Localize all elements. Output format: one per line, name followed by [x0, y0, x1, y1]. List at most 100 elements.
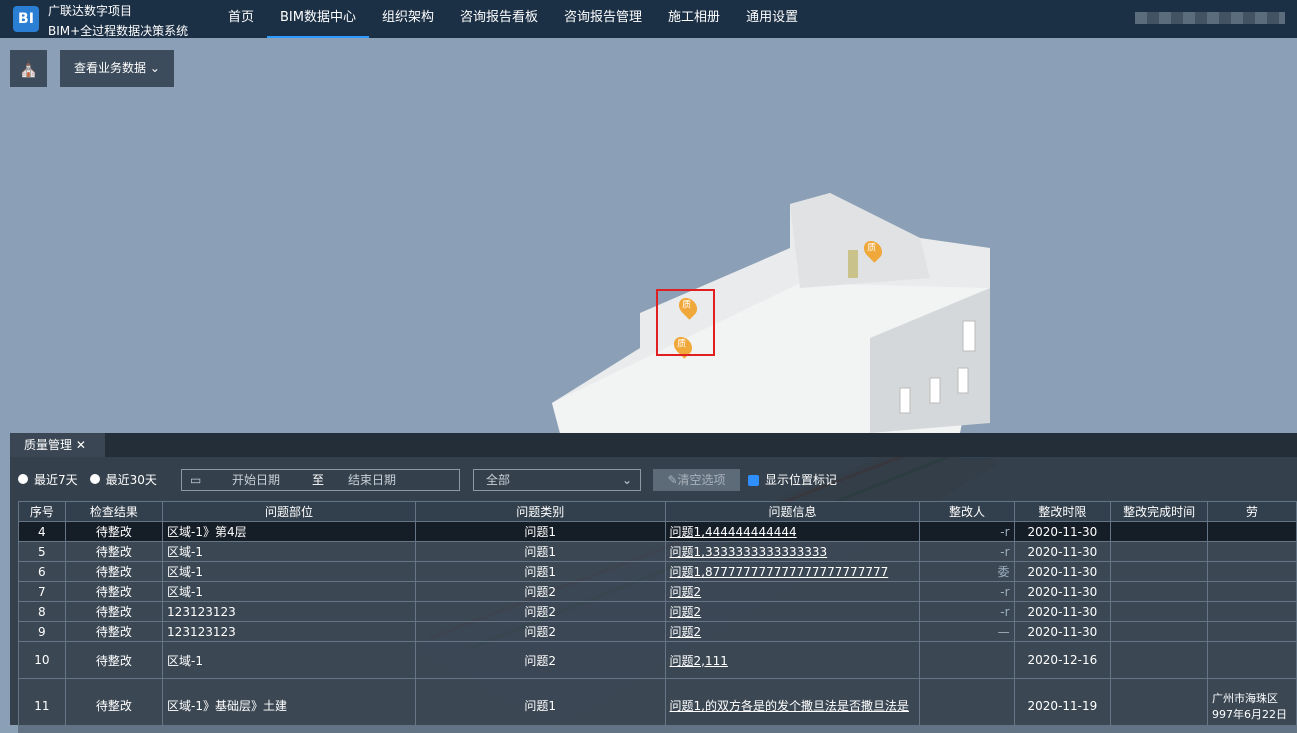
cell-result: 待整改	[64, 641, 164, 679]
nav-home[interactable]: 首页	[215, 0, 267, 38]
col-seq: 序号	[18, 501, 66, 522]
sitemap-icon[interactable]: ⛪	[10, 50, 47, 87]
category-select[interactable]: 全部 ⌄	[473, 469, 641, 491]
date-range-picker[interactable]: ▭ 开始日期 至 结束日期	[181, 469, 460, 491]
cell-info-link[interactable]: 问题2,111	[664, 641, 921, 679]
cell-seq: 7	[18, 581, 66, 602]
cell-completed	[1110, 641, 1208, 679]
nav-organization[interactable]: 组织架构	[369, 0, 447, 38]
clear-options-button[interactable]: ✎清空选项	[653, 469, 740, 491]
cell-assignee: -r	[919, 581, 1015, 602]
cell-seq: 8	[18, 601, 66, 622]
cell-extra: 广州市海珠区 997年6月22日	[1206, 678, 1297, 733]
cell-deadline: 2020-11-30	[1013, 601, 1112, 622]
recent7-label: 最近7天	[34, 472, 78, 487]
cell-info-link[interactable]: 问题1,877777777777777777777777	[664, 561, 921, 582]
nav-report-board[interactable]: 咨询报告看板	[447, 0, 551, 38]
close-icon[interactable]: ✕	[76, 438, 86, 452]
table-row[interactable]: 7 待整改 区域-1 问题2 问题2 -r 2020-11-30	[18, 581, 1297, 602]
calendar-icon: ▭	[190, 473, 202, 487]
nav-construction-album[interactable]: 施工相册	[655, 0, 733, 38]
cell-assignee	[919, 641, 1015, 679]
table-row[interactable]: 5 待整改 区域-1 问题1 问题1,3333333333333333 -r 2…	[18, 541, 1297, 562]
cell-extra	[1206, 641, 1297, 679]
user-info-blurred[interactable]	[1135, 12, 1285, 24]
cell-deadline: 2020-11-30	[1013, 541, 1112, 562]
col-completed: 整改完成时间	[1110, 501, 1208, 522]
cell-info-link[interactable]: 问题2	[664, 581, 921, 602]
cell-extra	[1206, 541, 1297, 562]
nav-report-management[interactable]: 咨询报告管理	[551, 0, 655, 38]
col-info: 问题信息	[664, 501, 921, 522]
category-select-value: 全部	[486, 473, 511, 487]
cell-info-link[interactable]: 问题1,的双方各是的发个撒旦法是否撒旦法是	[664, 678, 921, 733]
project-name: 广联达数字项目	[48, 4, 133, 18]
cell-result: 待整改	[64, 678, 164, 733]
broom-icon: ✎	[667, 473, 678, 487]
cell-result: 待整改	[64, 521, 164, 542]
col-deadline: 整改时限	[1013, 501, 1112, 522]
nav-general-settings[interactable]: 通用设置	[733, 0, 811, 38]
cell-result: 待整改	[64, 601, 164, 622]
cell-completed	[1110, 621, 1208, 642]
main-nav: 首页 BIM数据中心 组织架构 咨询报告看板 咨询报告管理 施工相册 通用设置	[215, 0, 811, 38]
radio-recent7[interactable]	[18, 474, 28, 484]
cell-extra	[1206, 621, 1297, 642]
cell-extra	[1206, 581, 1297, 602]
cell-info-link[interactable]: 问题1,3333333333333333	[664, 541, 921, 562]
cell-location: 区域-1	[162, 581, 416, 602]
nav-bim-data-center[interactable]: BIM数据中心	[267, 0, 369, 38]
start-date-input[interactable]: 开始日期	[232, 470, 280, 490]
col-assignee: 整改人	[919, 501, 1015, 522]
clear-options-label: 清空选项	[677, 473, 726, 487]
quality-management-panel: 质量管理 ✕ 最近7天 最近30天 ▭ 开始日期 至 结束日期 全部 ⌄ ✎清空…	[10, 433, 1297, 733]
cell-completed	[1110, 521, 1208, 542]
cell-location: 123123123	[162, 601, 416, 622]
cell-deadline: 2020-11-19	[1013, 678, 1112, 733]
tab-quality-management[interactable]: 质量管理 ✕	[10, 433, 105, 457]
cell-location: 区域-1	[162, 541, 416, 562]
table-row[interactable]: 8 待整改 123123123 问题2 问题2 -r 2020-11-30	[18, 601, 1297, 622]
cell-result: 待整改	[64, 541, 164, 562]
selected-marker-highlight	[656, 289, 715, 356]
cell-info-link[interactable]: 问题2	[664, 621, 921, 642]
cell-deadline: 2020-12-16	[1013, 641, 1112, 679]
cell-category: 问题2	[414, 601, 666, 622]
col-extra: 劳	[1206, 501, 1297, 522]
cell-seq: 11	[18, 678, 66, 733]
show-marker-toggle[interactable]: 显示位置标记	[748, 469, 837, 491]
top-navigation-bar: BI 广联达数字项目 BIM+全过程数据决策系统 首页 BIM数据中心 组织架构…	[0, 0, 1297, 38]
table-row[interactable]: 4 待整改 区域-1》第4层 问题1 问题1,444444444444 -r 2…	[18, 521, 1297, 542]
table-row[interactable]: 9 待整改 123123123 问题2 问题2 — 2020-11-30	[18, 621, 1297, 642]
show-marker-checkbox[interactable]	[748, 475, 759, 486]
view-business-data-label: 查看业务数据	[74, 61, 147, 75]
cell-info-link[interactable]: 问题2	[664, 601, 921, 622]
cell-category: 问题2	[414, 621, 666, 642]
chevron-down-icon: ⌄	[621, 473, 632, 487]
cell-info-link[interactable]: 问题1,444444444444	[664, 521, 921, 542]
cell-assignee: -r	[919, 541, 1015, 562]
cell-category: 问题2	[414, 581, 666, 602]
cell-seq: 10	[18, 641, 66, 679]
filter-bar: 最近7天 最近30天	[18, 468, 157, 490]
cell-category: 问题1	[414, 541, 666, 562]
table-row[interactable]: 11 待整改 区域-1》基础层》土建 问题1 问题1,的双方各是的发个撒旦法是否…	[18, 678, 1297, 733]
quality-issues-table: 序号 检查结果 问题部位 问题类别 问题信息 整改人 整改时限 整改完成时间 劳…	[18, 501, 1297, 733]
view-business-data-button[interactable]: 查看业务数据 ⌄	[60, 50, 174, 87]
cell-extra	[1206, 561, 1297, 582]
system-name: BIM+全过程数据决策系统	[48, 24, 189, 38]
radio-recent30[interactable]	[89, 474, 100, 484]
cell-completed	[1110, 678, 1208, 733]
cell-location: 区域-1	[162, 561, 416, 582]
col-category: 问题类别	[414, 501, 666, 522]
cell-category: 问题1	[414, 561, 666, 582]
table-row[interactable]: 6 待整改 区域-1 问题1 问题1,877777777777777777777…	[18, 561, 1297, 582]
cell-location: 区域-1》基础层》土建	[162, 678, 416, 733]
cell-seq: 6	[18, 561, 66, 582]
table-row[interactable]: 10 待整改 区域-1 问题2 问题2,111 2020-12-16	[18, 641, 1297, 679]
cell-extra	[1206, 521, 1297, 542]
app-logo-icon: BI	[13, 6, 39, 32]
end-date-input[interactable]: 结束日期	[348, 470, 396, 490]
recent30-label: 最近30天	[105, 472, 157, 487]
cell-result: 待整改	[64, 581, 164, 602]
